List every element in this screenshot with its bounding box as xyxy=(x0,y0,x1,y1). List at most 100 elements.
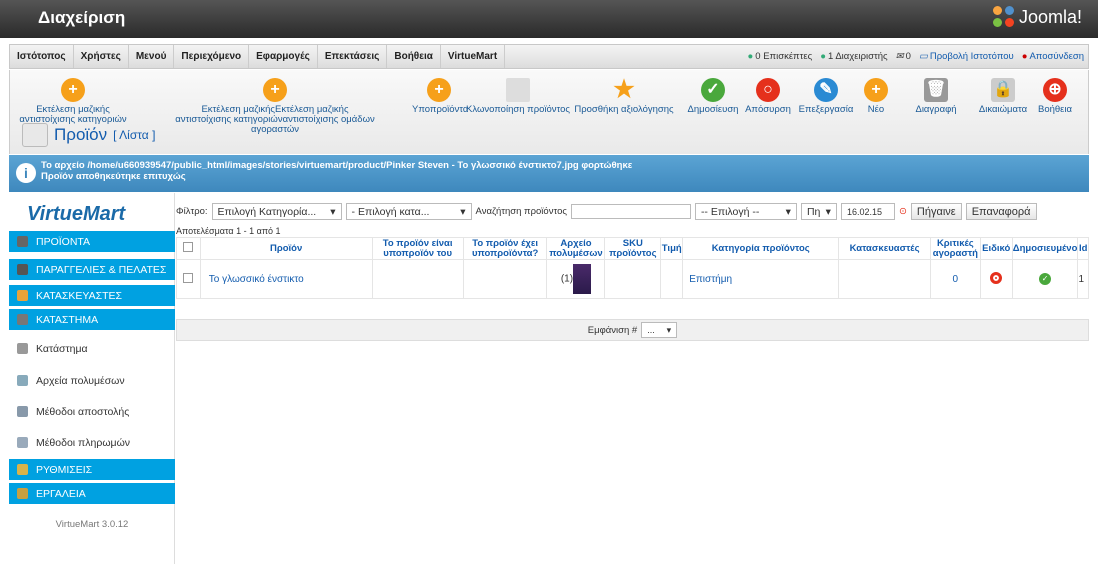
sidebar-item-media[interactable]: Αρχεία πολυμέσων xyxy=(9,370,175,391)
messages-status[interactable]: ✉ 0 xyxy=(896,51,911,62)
plus-icon: + xyxy=(864,78,888,102)
trash-icon: 🗑 xyxy=(924,78,948,102)
mail-icon: ✉ xyxy=(895,51,904,62)
lock-icon: 🔒 xyxy=(991,78,1015,102)
product-thumbnail[interactable] xyxy=(573,264,592,294)
add-rating-button[interactable]: ★ Προσθήκη αξιολόγησης xyxy=(574,78,674,115)
col-product[interactable]: Προϊόν xyxy=(199,237,373,260)
sidebar: VirtueMart ΠΡΟΪΟΝΤΑ ΠΑΡΑΓΓΕΛΙΕΣ & ΠΕΛΑΤΕ… xyxy=(9,193,175,564)
table-row: Το γλωσσικό ένστικτο (1) Επιστήμη 0 ✓ 1 xyxy=(176,259,1089,299)
menu-site[interactable]: Ιστότοπος xyxy=(10,45,74,68)
chevron-down-icon: ▾ xyxy=(460,205,466,218)
view-site-link[interactable]: ▭ Προβολή Ιστοτόπου xyxy=(919,51,1014,62)
product-name-link[interactable]: Το γλωσσικό ένστικτο xyxy=(199,259,373,299)
help-button[interactable]: ⊕ Βοήθεια xyxy=(1034,78,1076,115)
joomla-logo[interactable]: Joomla! xyxy=(992,6,1082,28)
menu-menus[interactable]: Μενού xyxy=(129,45,175,68)
sidebar-item-tools[interactable]: ΕΡΓΑΛΕΙΑ xyxy=(9,483,175,504)
info-icon: i xyxy=(16,163,36,183)
star-icon: ★ xyxy=(613,76,635,103)
category-link[interactable]: Επιστήμη xyxy=(682,259,840,299)
manufacturer-select[interactable]: - Επιλογή κατα... ▾ xyxy=(345,203,472,220)
permissions-button[interactable]: 🔒 Δικαιώματα xyxy=(978,78,1028,115)
row-checkbox[interactable] xyxy=(183,272,194,283)
col-parent[interactable]: Το προϊόν είναι υποπροϊόν του xyxy=(371,237,464,260)
sidebar-item-store[interactable]: Κατάστημα xyxy=(9,338,175,359)
logout-icon: ● xyxy=(1021,51,1028,62)
chevron-down-icon: ▾ xyxy=(330,205,336,218)
published-icon[interactable]: ✓ xyxy=(1039,273,1052,285)
orders-icon xyxy=(17,264,28,275)
col-reviews: Κριτικές αγοραστή xyxy=(929,237,981,260)
unpublished-icon[interactable] xyxy=(990,271,1003,284)
admin-title: Διαχείριση xyxy=(38,8,126,27)
product-id: 1 xyxy=(1077,259,1089,299)
visitors-status: ● 0 Επισκέπτες xyxy=(747,51,813,62)
batch-shoppergroup-button[interactable]: + Εκτέλεση μαζικήςΕκτέλεση μαζικής αντιστο… xyxy=(155,78,395,135)
sidebar-item-settings[interactable]: ΡΥΘΜΙΣΕΙΣ xyxy=(9,459,175,480)
chevron-down-icon: ▾ xyxy=(825,205,831,218)
sidebar-item-shop[interactable]: ΚΑΤΑΣΤΗΜΑ xyxy=(9,309,175,330)
sidebar-item-shipment[interactable]: Μέθοδοι αποστολής xyxy=(9,401,175,422)
menu-users[interactable]: Χρήστες xyxy=(74,45,129,68)
logout-link[interactable]: ● Αποσύνδεση xyxy=(1022,51,1084,62)
sidebar-item-manufacturers[interactable]: ΚΑΤΑΣΚΕΥΑΣΤΕΣ xyxy=(9,285,175,306)
unpublish-button[interactable]: ○ Απόσυρση xyxy=(745,78,791,115)
sidebar-item-orders[interactable]: ΠΑΡΑΓΓΕΛΙΕΣ & ΠΕΛΑΤΕΣ xyxy=(9,259,175,280)
date-input[interactable]: 16.02.15 xyxy=(840,203,895,220)
user-icon: ● xyxy=(820,51,826,62)
delete-button[interactable]: 🗑 Διαγραφή xyxy=(914,78,958,115)
category-select[interactable]: Επιλογή Κατηγορία... ▾ xyxy=(211,203,342,220)
store-icon xyxy=(17,343,28,354)
system-message: i Το αρχείο /home/u660939547/public_html… xyxy=(9,155,1089,192)
main-content: Φίλτρο: Επιλογή Κατηγορία... ▾ - Επιλογή … xyxy=(176,193,1089,564)
go-button[interactable]: Πήγαινε xyxy=(910,203,962,220)
clone-button[interactable]: Κλωνοποίηση προϊόντος xyxy=(466,78,570,115)
comparison-select[interactable]: Πη ▾ xyxy=(800,203,837,220)
chevron-down-icon: ▾ xyxy=(666,324,672,335)
user-icon: ● xyxy=(747,51,754,62)
menu-virtuemart[interactable]: VirtueMart xyxy=(441,45,506,68)
display-limit-select[interactable]: ... ▾ xyxy=(641,322,678,338)
batch-category-button[interactable]: + Εκτέλεση μαζικής αντιστοίχισης κατηγοριώ… xyxy=(18,78,128,125)
menu-content[interactable]: Περιεχόμενο xyxy=(174,45,250,68)
pagination-bar: Εμφάνιση # ... ▾ xyxy=(176,319,1089,341)
virtuemart-logo: VirtueMart xyxy=(27,203,126,225)
col-published[interactable]: Δημοσιευμένο xyxy=(1011,237,1079,260)
state-select[interactable]: -- Επιλογή -- ▾ xyxy=(694,203,797,220)
menu-help[interactable]: Βοήθεια xyxy=(387,45,441,68)
gear-icon xyxy=(17,488,28,499)
payment-icon xyxy=(17,437,28,448)
calendar-icon[interactable]: ⊙ xyxy=(899,206,907,217)
plus-icon: + xyxy=(263,78,287,102)
sidebar-item-products[interactable]: ΠΡΟΪΟΝΤΑ xyxy=(9,231,175,252)
toolbar: + Εκτέλεση μαζικής αντιστοίχισης κατηγοριώ… xyxy=(9,70,1089,154)
sidebar-item-payment[interactable]: Μέθοδοι πληρωμών xyxy=(9,432,175,453)
col-sku[interactable]: SKU προϊόντος xyxy=(604,237,662,260)
col-special[interactable]: Ειδικό xyxy=(979,237,1013,260)
publish-button[interactable]: ✓ Δημοσίευση xyxy=(687,78,739,115)
edit-button[interactable]: ✎ Επεξεργασία xyxy=(798,78,854,115)
new-button[interactable]: + Νέο xyxy=(861,78,891,115)
col-children[interactable]: Το προϊόν έχει υποπροϊόντα? xyxy=(462,237,548,260)
filter-bar: Φίλτρο: Επιλογή Κατηγορία... ▾ - Επιλογή … xyxy=(176,203,1037,220)
main-menu: Ιστότοπος Χρήστες Μενού Περιεχόμενο Εφαρ… xyxy=(9,44,1089,69)
admins-status: ● 1 Διαχειριστής xyxy=(820,51,888,62)
children-button[interactable]: + Υποπροϊόντα xyxy=(412,78,468,115)
monitor-icon: ▭ xyxy=(918,51,928,62)
check-icon: ✓ xyxy=(701,78,725,102)
col-category: Κατηγορία προϊόντος xyxy=(682,237,840,260)
document-icon xyxy=(506,78,530,102)
col-manufacturer[interactable]: Κατασκευαστές xyxy=(838,237,931,260)
col-price[interactable]: Τιμή xyxy=(660,237,684,260)
reset-button[interactable]: Επαναφορά xyxy=(965,203,1037,220)
reviews-link[interactable]: 0 xyxy=(929,259,981,299)
select-all-checkbox[interactable] xyxy=(183,242,194,252)
pencil-icon: ✎ xyxy=(814,78,838,102)
col-id[interactable]: Id xyxy=(1077,237,1089,260)
menu-extensions[interactable]: Επεκτάσεις xyxy=(318,45,388,68)
menu-components[interactable]: Εφαρμογές xyxy=(249,45,318,68)
chevron-down-icon: ▾ xyxy=(785,205,791,218)
search-input[interactable] xyxy=(570,204,691,219)
circle-icon: ○ xyxy=(756,78,780,102)
